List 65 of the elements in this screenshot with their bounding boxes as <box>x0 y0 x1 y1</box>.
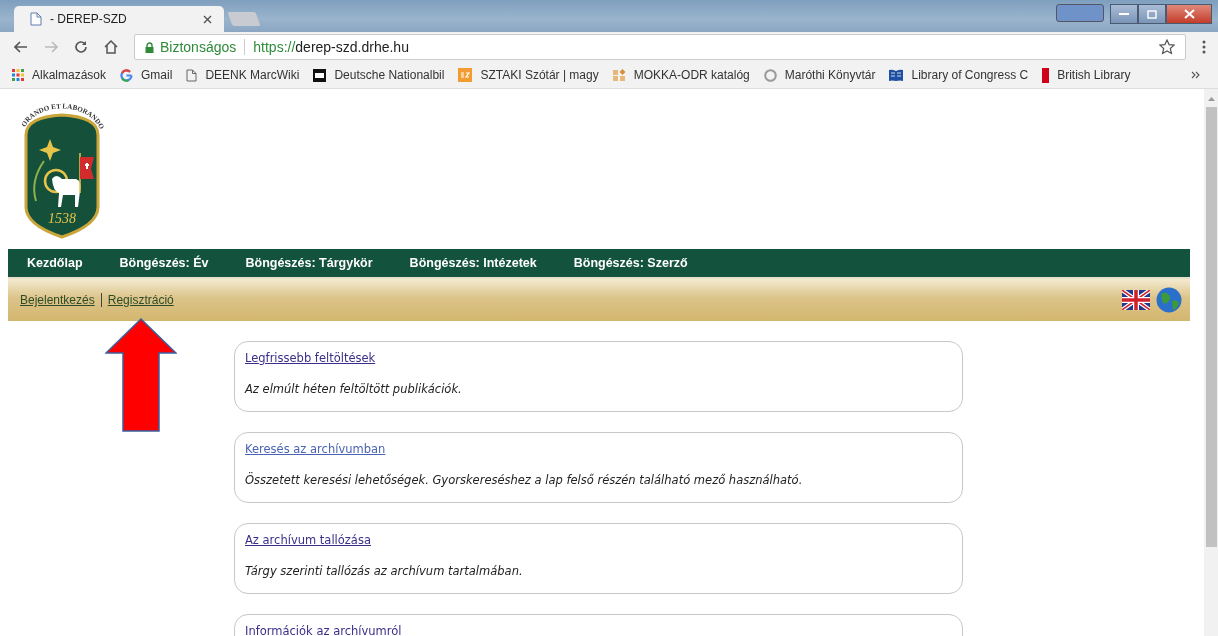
maximize-button[interactable] <box>1138 4 1166 24</box>
bookmark-label: Deutsche Nationalbil <box>334 68 445 82</box>
url-text: https://derep-szd.drhe.hu <box>253 39 409 55</box>
menu-icon[interactable] <box>1202 40 1206 54</box>
user-link[interactable]: Regisztráció <box>107 293 174 307</box>
tab-title: - DEREP-SZD <box>50 12 128 26</box>
nav-link[interactable]: Böngészés: Szerző <box>573 256 688 270</box>
page-icon <box>186 68 198 82</box>
bookmark-label: Library of Congress C <box>911 68 1029 82</box>
back-icon[interactable] <box>14 41 28 53</box>
card-description: Összetett keresési lehetőségek. Gyorskereséshez a lap felső részén található mező használható. <box>245 473 804 487</box>
card-title-link[interactable]: Az archívum tallózása <box>245 533 371 547</box>
card-description: Tárgy szerinti tallózás az archívum tartalmában. <box>245 564 524 578</box>
minimize-icon <box>1119 12 1129 16</box>
circle-icon <box>763 68 777 82</box>
star-icon[interactable] <box>1159 39 1175 55</box>
nav-link[interactable]: Böngészés: Év <box>119 256 209 270</box>
globe-icon[interactable] <box>1156 287 1182 313</box>
minimize-button[interactable] <box>1110 4 1138 24</box>
bookmark-label: Alkalmazások <box>32 68 107 82</box>
scrollbar[interactable] <box>1204 89 1218 636</box>
user-link[interactable]: Bejelentkezés <box>20 293 95 307</box>
card-title-link[interactable]: Legfrissebb feltöltések <box>245 351 376 365</box>
browser-tab[interactable]: - DEREP-SZD <box>14 6 224 32</box>
page-icon <box>30 12 42 26</box>
bookmark[interactable]: Deutsche Nationalbil <box>313 68 445 82</box>
bookmark[interactable]: Gmail <box>120 68 173 82</box>
lock-icon <box>145 41 154 53</box>
bookmark-label: Maróthi Könyvtár <box>784 68 876 82</box>
secure-label: Biztonságos <box>160 39 237 55</box>
bookmark[interactable]: MOKKA-ODR katalóg <box>612 68 750 82</box>
bookmark-label: British Library <box>1057 68 1131 82</box>
apps-grid-icon <box>12 69 24 81</box>
home-icon[interactable] <box>104 40 118 54</box>
card-title-link[interactable]: Keresés az archívumban <box>245 442 386 456</box>
scrollbar-thumb[interactable] <box>1205 107 1217 547</box>
bookmark-label: Gmail <box>141 68 173 82</box>
bl-logo-icon <box>1042 67 1050 83</box>
close-icon <box>1183 9 1195 19</box>
bookmark[interactable]: Alkalmazások <box>12 68 107 82</box>
sz-logo-icon <box>458 68 473 82</box>
dnb-logo-icon <box>313 68 327 82</box>
bookmark-label: SZTAKI Szótár | magy <box>480 68 599 82</box>
bookmark[interactable]: British Library <box>1042 67 1131 83</box>
uk-flag-icon[interactable] <box>1122 290 1150 310</box>
loc-logo-icon <box>889 69 904 81</box>
mokka-logo-icon <box>612 68 626 82</box>
card-title-link[interactable]: Információk az archívumról <box>245 624 402 636</box>
bookmark-label: MOKKA-ODR katalóg <box>633 68 750 82</box>
card-description: Az elmúlt héten feltöltött publikációk. <box>245 382 463 396</box>
nav-link[interactable]: Kezdőlap <box>27 256 83 270</box>
nav-link[interactable]: Böngészés: Tárgykör <box>245 256 373 270</box>
reload-icon[interactable] <box>74 40 88 54</box>
bookmark-label: DEENK MarcWiki <box>205 68 300 82</box>
close-icon[interactable] <box>203 14 212 24</box>
chevron-icon[interactable] <box>1191 71 1200 79</box>
bookmark[interactable]: Library of Congress C <box>889 68 1029 82</box>
close-button[interactable] <box>1166 4 1212 24</box>
bookmark[interactable]: SZTAKI Szótár | magy <box>458 68 599 82</box>
maximize-icon <box>1147 9 1157 19</box>
bookmark[interactable]: DEENK MarcWiki <box>186 68 300 82</box>
bookmark[interactable]: Maróthi Könyvtár <box>763 68 876 82</box>
nav-link[interactable]: Böngészés: Intézetek <box>409 256 537 270</box>
address-bar[interactable]: Biztonságos https://derep-szd.drhe.hu <box>134 34 1186 60</box>
g-logo-icon <box>120 68 134 82</box>
